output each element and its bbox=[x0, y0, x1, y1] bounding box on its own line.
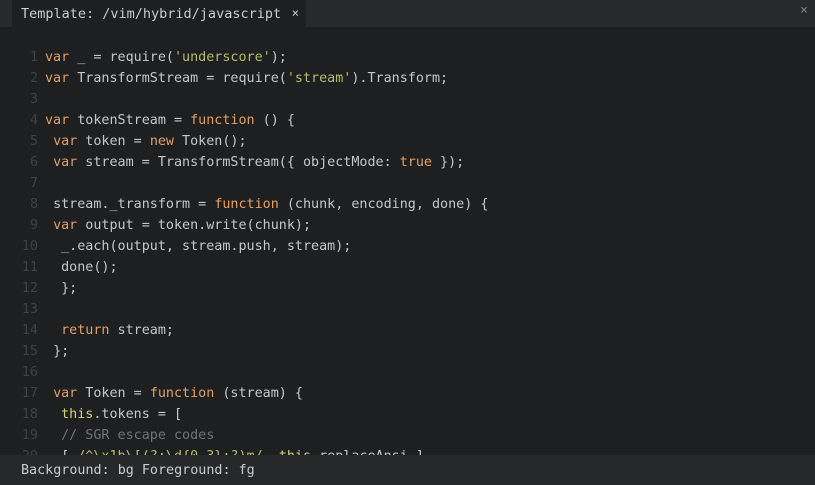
code-token: stream; bbox=[109, 323, 174, 338]
code-token: .tokens = [ bbox=[93, 407, 183, 422]
line-number: 18 bbox=[21, 407, 38, 422]
code-token: _ = require( bbox=[69, 50, 174, 65]
code-token: // SGR escape codes bbox=[61, 428, 215, 443]
code-token: 'stream' bbox=[286, 71, 352, 86]
code-text: var stream = TransformStream({ objectMod… bbox=[45, 152, 464, 173]
code-token: stream = TransformStream({ objectMode: bbox=[77, 155, 400, 170]
code-token: }; bbox=[53, 344, 70, 359]
line-number: 6 bbox=[29, 155, 38, 170]
line-number: 9 bbox=[29, 218, 38, 233]
code-token: done(); bbox=[61, 260, 118, 275]
code-text: }; bbox=[45, 341, 69, 362]
code-text: // SGR escape codes bbox=[45, 425, 214, 446]
code-text: var output = token.write(chunk); bbox=[45, 215, 311, 236]
code-token: return bbox=[61, 323, 110, 338]
line-number: 16 bbox=[21, 365, 38, 380]
code-token: true bbox=[399, 155, 432, 170]
code-text: this.tokens = [ bbox=[45, 404, 182, 425]
line-number: 3 bbox=[29, 92, 38, 107]
code-token: (chunk, encoding, done) { bbox=[278, 197, 489, 212]
close-icon[interactable]: × bbox=[292, 6, 299, 20]
line-number: 5 bbox=[29, 134, 38, 149]
code-editor[interactable]: 1 var _ = require('underscore'); 2 var Tran… bbox=[0, 27, 815, 455]
line-number: 17 bbox=[21, 386, 38, 401]
code-token: function bbox=[190, 113, 255, 128]
code-text: }; bbox=[45, 278, 77, 299]
code-text: return stream; bbox=[45, 320, 174, 341]
line-number: 15 bbox=[21, 344, 38, 359]
line-number: 13 bbox=[21, 302, 38, 317]
line-number: 2 bbox=[29, 71, 38, 86]
code-token: token = bbox=[77, 134, 150, 149]
code-text: [ /^\x1b\[(?:\d{0,3};?)m/, this.replaceA… bbox=[45, 446, 424, 455]
code-token: var bbox=[53, 386, 78, 401]
code-token: () { bbox=[254, 113, 295, 128]
line-number: 7 bbox=[29, 176, 38, 191]
code-text: _.each(output, stream.push, stream); bbox=[45, 236, 351, 257]
status-background: Background: bg bbox=[21, 462, 134, 478]
code-text: var Token = function (stream) { bbox=[45, 383, 303, 404]
code-token: _.each(output, stream.push, stream); bbox=[61, 239, 352, 254]
code-text: stream._transform = function (chunk, enc… bbox=[45, 194, 488, 215]
line-number: 10 bbox=[21, 239, 38, 254]
line-number: 19 bbox=[21, 428, 38, 443]
code-token: stream._transform = bbox=[53, 197, 215, 212]
code-token: ).Transform; bbox=[351, 71, 449, 86]
status-foreground: Foreground: fg bbox=[141, 462, 255, 478]
code-token: 'underscore' bbox=[174, 50, 271, 65]
line-number: 20 bbox=[0, 446, 38, 455]
code-token: var bbox=[45, 71, 70, 86]
code-token: var bbox=[45, 113, 70, 128]
line-number: 8 bbox=[29, 197, 38, 212]
code-token: Token = bbox=[77, 386, 150, 401]
code-token: var bbox=[53, 134, 78, 149]
code-text: var _ = require('underscore'); bbox=[45, 47, 287, 68]
line-number: 11 bbox=[21, 260, 38, 275]
tab-title: Template: /vim/hybrid/javascript bbox=[21, 5, 282, 22]
code-token: tokenStream = bbox=[69, 113, 191, 128]
code-token: ); bbox=[270, 50, 287, 65]
code-token: output = token.write(chunk); bbox=[77, 218, 312, 233]
code-text: var tokenStream = function () { bbox=[45, 110, 295, 131]
code-token: new bbox=[149, 134, 174, 149]
tab-bar: Template: /vim/hybrid/javascript × × bbox=[0, 0, 815, 27]
code-token: Token(); bbox=[174, 134, 247, 149]
panel-close-icon[interactable]: × bbox=[800, 4, 808, 18]
line-number: 4 bbox=[29, 113, 38, 128]
line-number: 1 bbox=[29, 50, 38, 65]
line-number: 12 bbox=[21, 281, 38, 296]
status-bar: Background: bg Foreground: fg bbox=[0, 455, 815, 485]
code-token: function bbox=[214, 197, 279, 212]
code-token: }; bbox=[61, 281, 78, 296]
code-token: var bbox=[53, 155, 78, 170]
code-token: this bbox=[61, 407, 94, 422]
code-token: (stream) { bbox=[214, 386, 303, 401]
code-text: var token = new Token(); bbox=[45, 131, 247, 152]
line-number: 14 bbox=[21, 323, 38, 338]
tab-template[interactable]: Template: /vim/hybrid/javascript × bbox=[12, 0, 306, 27]
code-token: function bbox=[149, 386, 215, 401]
code-token: }); bbox=[431, 155, 465, 170]
code-text: var TransformStream = require('stream').… bbox=[45, 68, 448, 89]
code-text: done(); bbox=[45, 257, 118, 278]
code-token: var bbox=[45, 50, 70, 65]
code-token: TransformStream = require( bbox=[69, 71, 287, 86]
code-token: var bbox=[53, 218, 78, 233]
